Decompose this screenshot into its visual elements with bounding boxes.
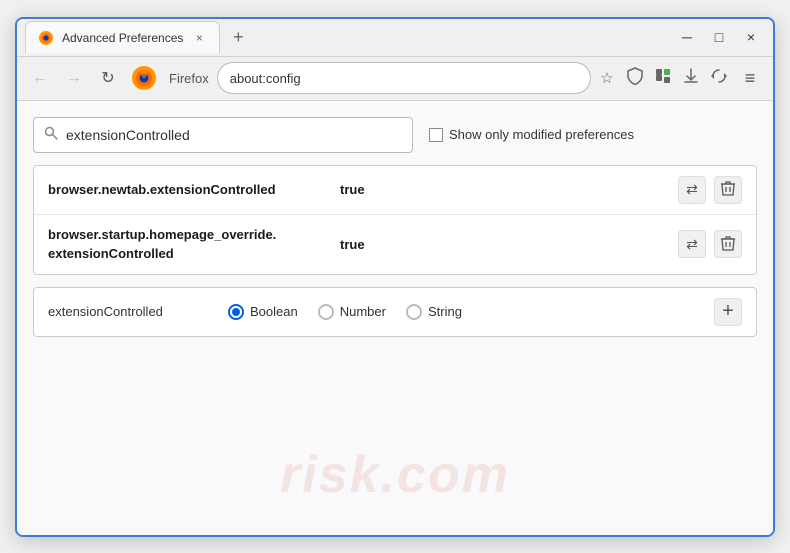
string-radio[interactable] — [406, 304, 422, 320]
bookmark-button[interactable]: ☆ — [595, 66, 619, 90]
downloads-button[interactable] — [679, 66, 703, 90]
pref-name-1: browser.newtab.extensionControlled — [48, 182, 328, 197]
string-label: String — [428, 304, 462, 319]
table-row[interactable]: browser.newtab.extensionControlled true … — [34, 166, 756, 215]
tab-close-btn[interactable]: × — [191, 30, 207, 46]
sync-button[interactable] — [707, 66, 731, 90]
search-icon — [44, 126, 58, 143]
close-button[interactable]: × — [737, 23, 765, 51]
delete-icon-2 — [721, 235, 735, 254]
search-box[interactable] — [33, 117, 413, 153]
minimize-button[interactable]: ─ — [673, 23, 701, 51]
delete-btn-1[interactable] — [714, 176, 742, 204]
nav-bar: ← → ↻ Firefox about:config ☆ — [17, 57, 773, 101]
sync-icon — [710, 67, 728, 89]
firefox-logo — [131, 65, 157, 91]
boolean-radio[interactable] — [228, 304, 244, 320]
pref-name-2: browser.startup.homepage_override.extens… — [48, 225, 328, 264]
row-1-actions: ⇄ — [678, 176, 742, 204]
delete-btn-2[interactable] — [714, 230, 742, 258]
url-text: about:config — [230, 71, 578, 86]
window-controls: ─ □ × — [673, 23, 765, 51]
pref-value-2: true — [340, 237, 365, 252]
show-modified-option[interactable]: Show only modified preferences — [429, 127, 634, 142]
maximize-button[interactable]: □ — [705, 23, 733, 51]
back-icon: ← — [32, 69, 48, 87]
browser-window: Advanced Preferences × + ─ □ × ← → ↻ — [15, 17, 775, 537]
shield-button[interactable] — [623, 66, 647, 90]
add-button[interactable]: + — [714, 298, 742, 326]
new-tab-button[interactable]: + — [224, 23, 252, 51]
reset-icon-1: ⇄ — [686, 181, 698, 198]
number-option[interactable]: Number — [318, 304, 386, 320]
type-radio-group: Boolean Number String — [228, 304, 694, 320]
delete-icon-1 — [721, 180, 735, 199]
refresh-button[interactable]: ↻ — [93, 63, 123, 93]
content-area: risk.com Show only modified preferences — [17, 101, 773, 535]
extension-icon — [654, 67, 672, 89]
show-modified-checkbox[interactable] — [429, 128, 443, 142]
table-row[interactable]: browser.startup.homepage_override.extens… — [34, 215, 756, 274]
browser-label: Firefox — [169, 71, 209, 86]
extension-button[interactable] — [651, 66, 675, 90]
menu-button[interactable]: ≡ — [735, 63, 765, 93]
back-button[interactable]: ← — [25, 63, 55, 93]
forward-icon: → — [66, 69, 82, 87]
tab-title: Advanced Preferences — [62, 31, 183, 45]
title-bar: Advanced Preferences × + ─ □ × — [17, 19, 773, 57]
reset-icon-2: ⇄ — [686, 236, 698, 253]
boolean-label: Boolean — [250, 304, 298, 319]
menu-icon: ≡ — [745, 68, 756, 89]
reset-btn-2[interactable]: ⇄ — [678, 230, 706, 258]
reset-btn-1[interactable]: ⇄ — [678, 176, 706, 204]
bookmark-icon: ☆ — [600, 69, 613, 87]
boolean-option[interactable]: Boolean — [228, 304, 298, 320]
row-2-actions: ⇄ — [678, 230, 742, 258]
number-label: Number — [340, 304, 386, 319]
number-radio[interactable] — [318, 304, 334, 320]
url-bar[interactable]: about:config — [217, 62, 591, 94]
browser-tab[interactable]: Advanced Preferences × — [25, 21, 220, 53]
tab-favicon — [38, 30, 54, 46]
string-option[interactable]: String — [406, 304, 462, 320]
add-preference-row: extensionControlled Boolean Number Strin… — [33, 287, 757, 337]
search-row: Show only modified preferences — [33, 117, 757, 153]
refresh-icon: ↻ — [101, 68, 114, 88]
results-table: browser.newtab.extensionControlled true … — [33, 165, 757, 275]
shield-icon — [627, 67, 643, 89]
search-input[interactable] — [66, 127, 402, 143]
pref-value-1: true — [340, 182, 365, 197]
forward-button[interactable]: → — [59, 63, 89, 93]
watermark: risk.com — [280, 445, 510, 505]
add-pref-name: extensionControlled — [48, 304, 208, 319]
show-modified-label: Show only modified preferences — [449, 127, 634, 142]
downloads-icon — [682, 67, 700, 89]
